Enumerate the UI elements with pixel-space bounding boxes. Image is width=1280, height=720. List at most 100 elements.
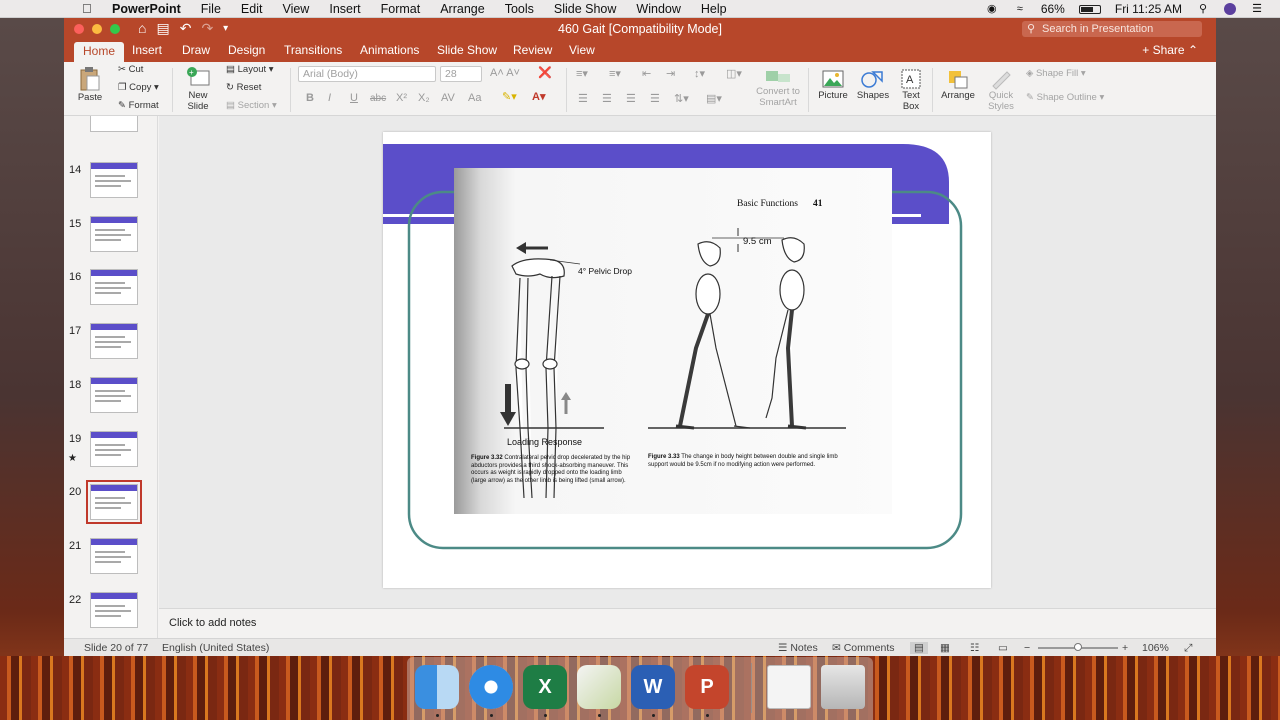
align-center-icon[interactable]: ☰ [602, 92, 612, 105]
share-button[interactable]: + Share ⌃ [1142, 43, 1198, 57]
menu-tools[interactable]: Tools [505, 2, 534, 16]
battery-percent[interactable]: 66% [1041, 2, 1065, 16]
character-spacing-button[interactable]: AV [441, 92, 455, 104]
menu-help[interactable]: Help [701, 2, 727, 16]
language-indicator[interactable]: English (United States) [162, 642, 269, 654]
text-direction-icon[interactable]: ⇅▾ [674, 92, 689, 105]
slide-thumbnail[interactable] [90, 538, 138, 574]
zoom-slider[interactable] [1038, 643, 1118, 651]
slide-thumbnail[interactable] [86, 480, 142, 524]
battery-icon[interactable] [1078, 4, 1101, 14]
arrange-button[interactable]: Arrange [938, 68, 978, 101]
align-left-icon[interactable]: ☰ [578, 92, 588, 105]
wifi-icon[interactable]: ≈ [1013, 3, 1027, 15]
quick-styles-button[interactable]: Quick Styles [982, 68, 1020, 112]
record-icon[interactable]: ◉ [985, 3, 999, 15]
bullets-icon[interactable]: ≡▾ [576, 67, 588, 80]
decrease-indent-icon[interactable]: ⇤ [642, 67, 651, 80]
comments-button[interactable]: ✉ Comments [832, 642, 894, 654]
numbering-icon[interactable]: ≡▾ [609, 67, 621, 80]
menu-window[interactable]: Window [636, 2, 680, 16]
align-text-icon[interactable]: ▤▾ [706, 92, 722, 105]
slide-thumbnail[interactable] [90, 431, 138, 467]
format-painter-button[interactable]: ✎ Format [118, 100, 159, 111]
tab-design[interactable]: Design [228, 43, 265, 57]
menu-arrange[interactable]: Arrange [440, 2, 484, 16]
shapes-button[interactable]: Shapes [856, 68, 890, 101]
line-spacing-icon[interactable]: ↕▾ [694, 67, 705, 80]
italic-button[interactable]: I [328, 92, 331, 104]
fit-to-window-icon[interactable]: ⤢ [1184, 642, 1192, 655]
cut-button[interactable]: ✂ Cut [118, 64, 143, 75]
section-button[interactable]: ▤ Section ▾ [226, 100, 277, 111]
bold-button[interactable]: B [306, 92, 314, 104]
reset-button[interactable]: ↻ Reset [226, 82, 261, 93]
notes-pane[interactable]: Click to add notes [159, 608, 1216, 638]
font-name-select[interactable]: Arial (Body) [298, 66, 436, 82]
copy-button[interactable]: ❐ Copy ▾ [118, 82, 159, 93]
tab-view[interactable]: View [569, 43, 595, 57]
tab-draw[interactable]: Draw [182, 43, 210, 57]
menu-slide-show[interactable]: Slide Show [554, 2, 617, 16]
increase-font-icon[interactable]: A˄ A˅ [490, 67, 520, 79]
zoom-in-icon[interactable]: + [1122, 642, 1128, 654]
font-size-select[interactable]: 28 [440, 66, 482, 82]
new-slide-button[interactable]: + New Slide [180, 66, 216, 112]
slide-thumbnail[interactable] [90, 323, 138, 359]
strikethrough-button[interactable]: abc [370, 93, 386, 104]
tab-transitions[interactable]: Transitions [284, 43, 342, 57]
reading-view-icon[interactable]: ☷ [970, 642, 979, 654]
word-icon[interactable]: W [631, 665, 675, 709]
zoom-slider-thumb[interactable] [1074, 643, 1082, 651]
menu-insert[interactable]: Insert [329, 2, 360, 16]
zoom-out-icon[interactable]: − [1024, 642, 1030, 654]
slide-thumbnail[interactable] [90, 377, 138, 413]
excel-icon[interactable]: X [523, 665, 567, 709]
menu-file[interactable]: File [201, 2, 221, 16]
slide-thumbnail[interactable] [90, 269, 138, 305]
change-case-button[interactable]: Aa [468, 92, 481, 104]
slide-thumbnail[interactable] [90, 162, 138, 198]
current-slide[interactable]: Basic Functions 41 4° Pelvic Drop 9.5 cm… [383, 132, 991, 588]
clear-formatting-icon[interactable]: ❌ [538, 66, 552, 79]
align-right-icon[interactable]: ☰ [626, 92, 636, 105]
preview-icon[interactable] [577, 665, 621, 709]
paste-button[interactable]: Paste [76, 66, 104, 103]
notes-toggle-button[interactable]: ☰ Notes [778, 642, 818, 654]
menu-app-name[interactable]: PowerPoint [112, 2, 181, 16]
slide-thumbnail[interactable] [90, 592, 138, 628]
safari-icon[interactable] [469, 665, 513, 709]
shape-fill-button[interactable]: ◈ Shape Fill ▾ [1026, 68, 1086, 79]
superscript-button[interactable]: X² [396, 92, 407, 104]
text-box-button[interactable]: A Text Box [898, 68, 924, 112]
docx-document-icon[interactable] [767, 665, 811, 709]
scanned-figure-image[interactable]: Basic Functions 41 4° Pelvic Drop 9.5 cm… [454, 168, 892, 514]
menu-format[interactable]: Format [381, 2, 421, 16]
search-in-presentation-input[interactable]: ⚲ Search in Presentation [1022, 21, 1202, 37]
zoom-level[interactable]: 106% [1142, 642, 1169, 654]
shape-outline-button[interactable]: ✎ Shape Outline ▾ [1026, 92, 1104, 103]
menu-view[interactable]: View [282, 2, 309, 16]
layout-button[interactable]: ▤ Layout ▾ [226, 64, 274, 75]
user-avatar-icon[interactable] [1224, 3, 1236, 15]
menu-edit[interactable]: Edit [241, 2, 263, 16]
slide-thumbnail-pane[interactable]: 14151617181920212223 ★ [64, 116, 158, 638]
slide-thumbnail[interactable] [90, 116, 138, 132]
tab-insert[interactable]: Insert [132, 43, 162, 57]
notification-center-icon[interactable]: ☰ [1250, 3, 1264, 15]
convert-to-smartart-button[interactable]: Convert to SmartArt [754, 68, 802, 108]
spotlight-icon[interactable]: ⚲ [1196, 3, 1210, 15]
tab-review[interactable]: Review [513, 43, 552, 57]
tab-slide-show[interactable]: Slide Show [437, 43, 497, 57]
tab-animations[interactable]: Animations [360, 43, 419, 57]
picture-button[interactable]: Picture [816, 68, 850, 101]
slide-show-view-icon[interactable]: ▭ [998, 642, 1008, 654]
clock[interactable]: Fri 11:25 AM [1115, 2, 1182, 16]
font-color-icon[interactable]: A▾ [532, 90, 545, 103]
subscript-button[interactable]: X₂ [418, 92, 430, 104]
trash-icon[interactable] [821, 665, 865, 709]
finder-icon[interactable] [415, 665, 459, 709]
slide-thumbnail[interactable] [90, 216, 138, 252]
powerpoint-icon[interactable]: P [685, 665, 729, 709]
increase-indent-icon[interactable]: ⇥ [666, 67, 675, 80]
